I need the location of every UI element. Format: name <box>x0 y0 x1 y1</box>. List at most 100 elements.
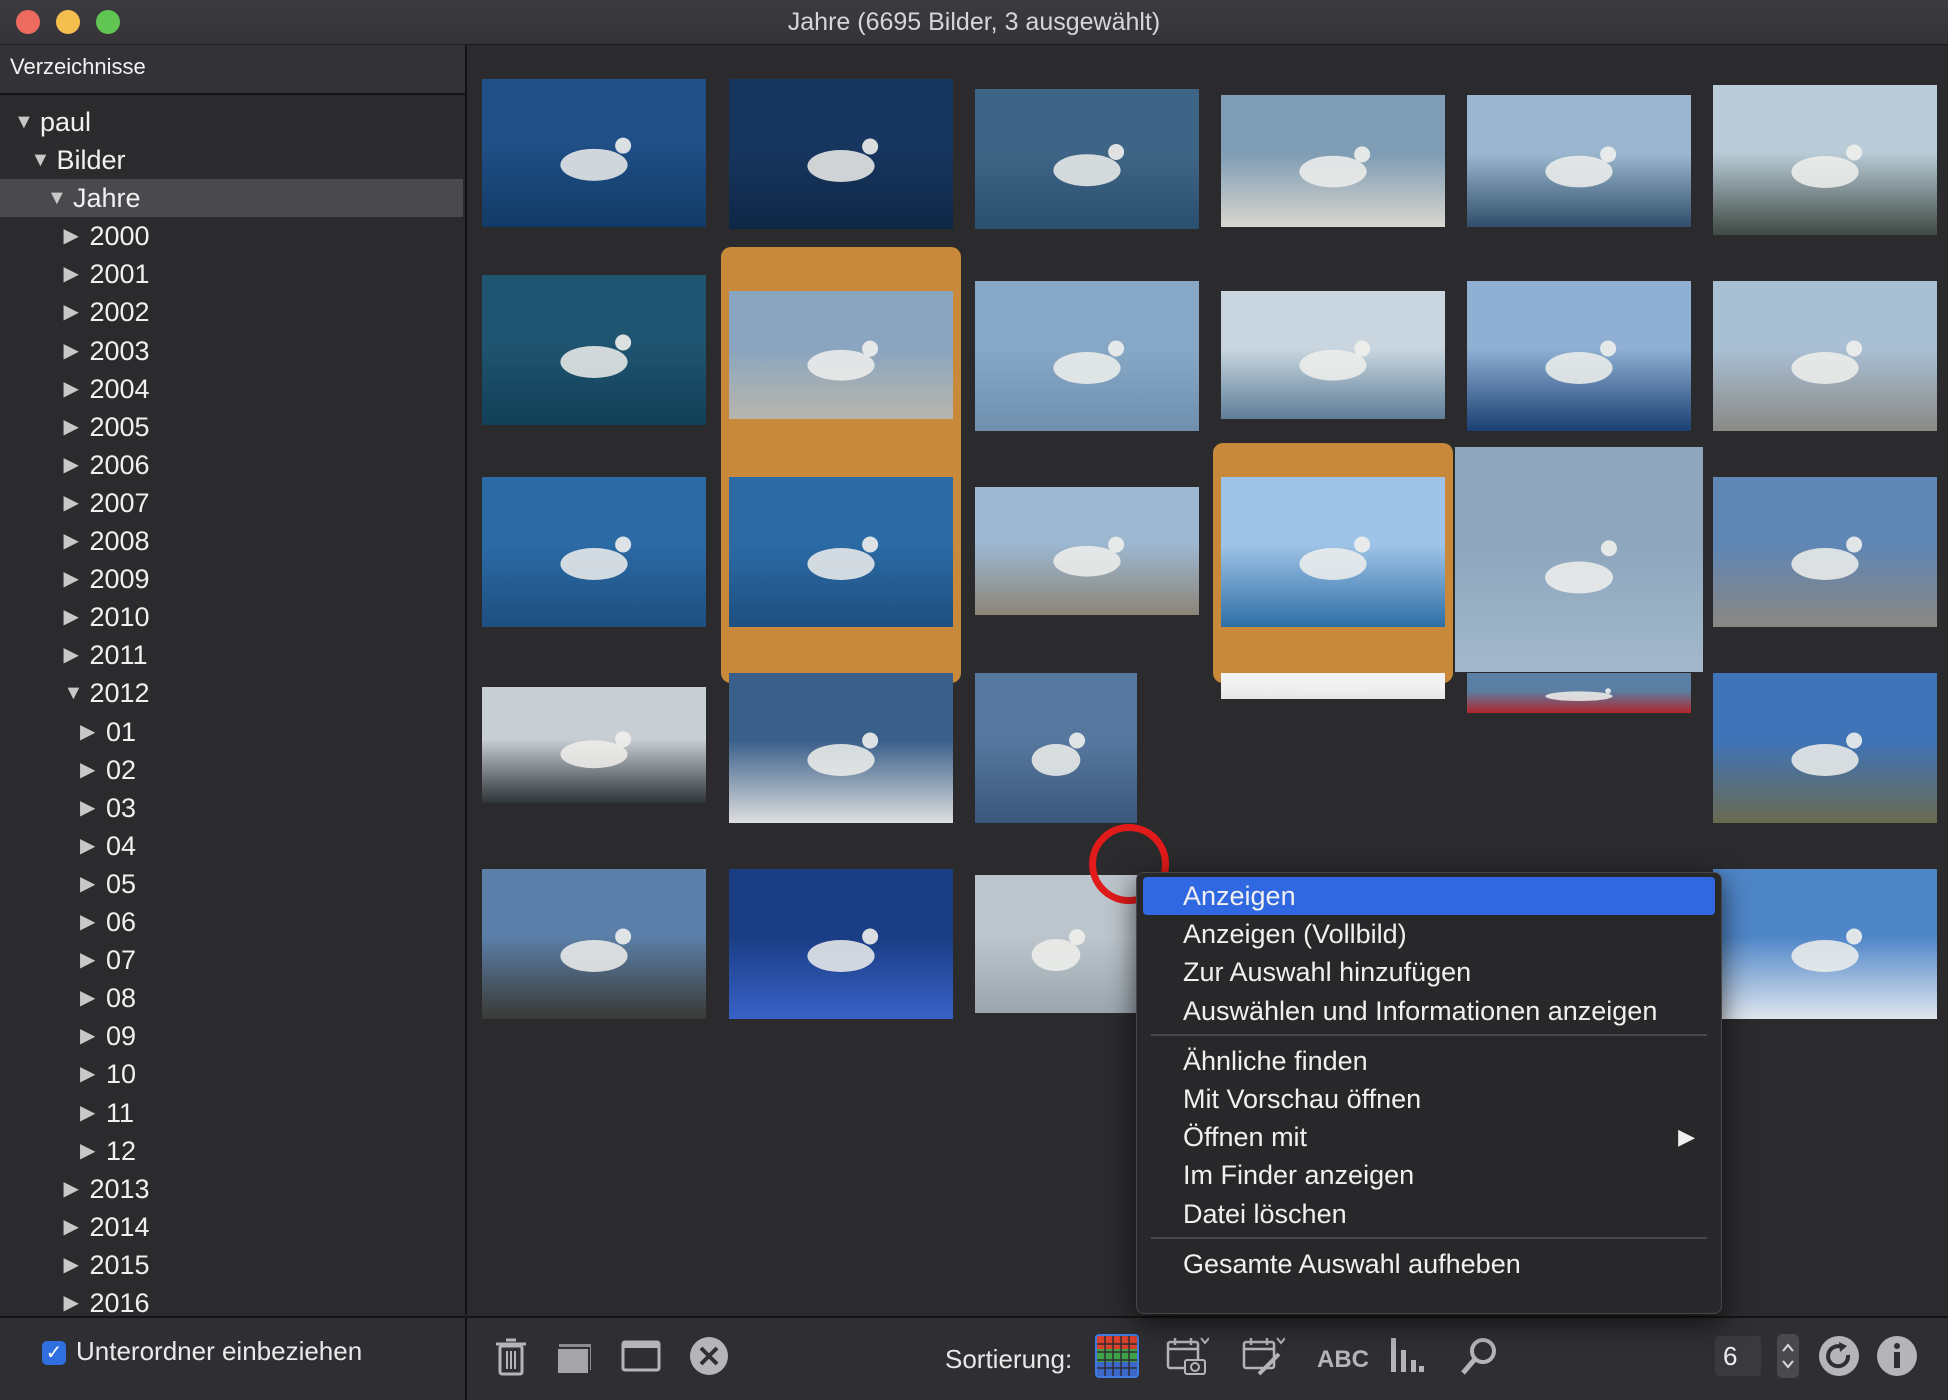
tree-item-2004[interactable]: ▶ 2004 <box>0 370 463 408</box>
close-circle-icon[interactable] <box>687 1334 731 1378</box>
photo-thumbnail[interactable] <box>1221 291 1445 419</box>
columns-count-field[interactable]: 6 <box>1715 1336 1761 1376</box>
single-view-icon[interactable] <box>619 1334 663 1378</box>
photo-thumbnail[interactable] <box>1713 477 1937 627</box>
tree-item-10[interactable]: ▶ 10 <box>0 1055 463 1093</box>
tree-item-2005[interactable]: ▶ 2005 <box>0 408 463 446</box>
disclosure-expanded-icon[interactable]: ▼ <box>31 141 51 179</box>
photo-thumbnail[interactable] <box>1221 95 1445 227</box>
menu-item[interactable]: Auswählen und Informationen anzeigen <box>1143 992 1715 1030</box>
tree-item-05[interactable]: ▶ 05 <box>0 865 463 903</box>
disclosure-collapsed-icon[interactable]: ▶ <box>64 332 84 370</box>
disclosure-collapsed-icon[interactable]: ▶ <box>64 293 84 331</box>
tree-item-2000[interactable]: ▶ 2000 <box>0 217 463 255</box>
disclosure-expanded-icon[interactable]: ▼ <box>64 674 84 712</box>
photo-thumbnail[interactable] <box>975 487 1199 615</box>
tree-item-2007[interactable]: ▶ 2007 <box>0 484 463 522</box>
calendar-edit-icon[interactable] <box>1241 1334 1285 1378</box>
abc-sort-icon[interactable]: ABC <box>1317 1346 1369 1374</box>
photo-thumbnail[interactable] <box>1221 477 1445 627</box>
menu-item[interactable]: Öffnen mit ▶ <box>1143 1118 1715 1156</box>
photo-thumbnail[interactable] <box>1713 85 1937 235</box>
photo-thumbnail[interactable] <box>482 275 706 425</box>
context-menu[interactable]: Anzeigen Anzeigen (Vollbild) Zur Auswahl h… <box>1136 872 1722 1314</box>
disclosure-collapsed-icon[interactable]: ▶ <box>80 1055 100 1093</box>
menu-item[interactable]: Datei löschen <box>1143 1195 1715 1233</box>
disclosure-collapsed-icon[interactable]: ▶ <box>80 903 100 941</box>
columns-stepper[interactable] <box>1777 1334 1799 1378</box>
tree-item-07[interactable]: ▶ 07 <box>0 941 463 979</box>
photo-thumbnail[interactable] <box>1467 281 1691 431</box>
tree-item-08[interactable]: ▶ 08 <box>0 979 463 1017</box>
tree-item-2012[interactable]: ▼ 2012 <box>0 674 463 712</box>
menu-item[interactable]: Gesamte Auswahl aufheben <box>1143 1245 1715 1283</box>
tree-item-02[interactable]: ▶ 02 <box>0 751 463 789</box>
disclosure-expanded-icon[interactable]: ▼ <box>47 179 67 217</box>
photo-thumbnail[interactable] <box>975 89 1199 229</box>
tree-item-2003[interactable]: ▶ 2003 <box>0 332 463 370</box>
photo-thumbnail[interactable] <box>1713 869 1937 1019</box>
disclosure-collapsed-icon[interactable]: ▶ <box>64 255 84 293</box>
tree-item-09[interactable]: ▶ 09 <box>0 1017 463 1055</box>
photo-thumbnail[interactable] <box>975 281 1199 431</box>
tree-item-2008[interactable]: ▶ 2008 <box>0 522 463 560</box>
tree-item-jahre[interactable]: ▼ Jahre <box>0 179 463 218</box>
include-subfolders-label[interactable]: Unterordner einbeziehen <box>76 1336 362 1367</box>
menu-item[interactable]: Anzeigen <box>1143 877 1715 915</box>
menu-item[interactable]: Ähnliche finden <box>1143 1042 1715 1080</box>
info-icon[interactable] <box>1875 1334 1919 1378</box>
photo-thumbnail[interactable] <box>1467 673 1691 713</box>
include-subfolders-checkbox[interactable]: ✓ <box>42 1341 66 1365</box>
photo-thumbnail[interactable] <box>1713 281 1937 431</box>
tree-item-2002[interactable]: ▶ 2002 <box>0 293 463 331</box>
tree-item-06[interactable]: ▶ 06 <box>0 903 463 941</box>
disclosure-collapsed-icon[interactable]: ▶ <box>64 446 84 484</box>
disclosure-collapsed-icon[interactable]: ▶ <box>80 941 100 979</box>
tree-item-2011[interactable]: ▶ 2011 <box>0 636 463 674</box>
tree-item-2013[interactable]: ▶ 2013 <box>0 1170 463 1208</box>
disclosure-collapsed-icon[interactable]: ▶ <box>80 751 100 789</box>
photo-thumbnail[interactable] <box>482 687 706 803</box>
tree-item-2009[interactable]: ▶ 2009 <box>0 560 463 598</box>
photo-thumbnail[interactable] <box>729 673 953 823</box>
disclosure-collapsed-icon[interactable]: ▶ <box>80 1094 100 1132</box>
disclosure-collapsed-icon[interactable]: ▶ <box>64 522 84 560</box>
photo-thumbnail[interactable] <box>1455 447 1703 672</box>
refresh-icon[interactable] <box>1817 1334 1861 1378</box>
search-icon[interactable] <box>1457 1334 1501 1378</box>
disclosure-collapsed-icon[interactable]: ▶ <box>64 1246 84 1284</box>
tree-item-2015[interactable]: ▶ 2015 <box>0 1246 463 1284</box>
photo-thumbnail[interactable] <box>482 869 706 1019</box>
disclosure-collapsed-icon[interactable]: ▶ <box>64 370 84 408</box>
disclosure-collapsed-icon[interactable]: ▶ <box>80 979 100 1017</box>
disclosure-collapsed-icon[interactable]: ▶ <box>80 1017 100 1055</box>
disclosure-collapsed-icon[interactable]: ▶ <box>64 636 84 674</box>
disclosure-collapsed-icon[interactable]: ▶ <box>64 1208 84 1246</box>
disclosure-collapsed-icon[interactable]: ▶ <box>80 1132 100 1170</box>
disclosure-collapsed-icon[interactable]: ▶ <box>64 598 84 636</box>
disclosure-collapsed-icon[interactable]: ▶ <box>80 827 100 865</box>
photo-thumbnail[interactable] <box>729 291 953 419</box>
title-bar[interactable]: Jahre (6695 Bilder, 3 ausgewählt) <box>0 0 1948 45</box>
menu-item[interactable]: Im Finder anzeigen <box>1143 1156 1715 1194</box>
tree-item-2006[interactable]: ▶ 2006 <box>0 446 463 484</box>
disclosure-collapsed-icon[interactable]: ▶ <box>64 560 84 598</box>
menu-item[interactable]: Zur Auswahl hinzufügen <box>1143 953 1715 991</box>
photo-stack-icon[interactable] <box>553 1334 597 1378</box>
photo-thumbnail[interactable] <box>729 869 953 1019</box>
tree-item-2001[interactable]: ▶ 2001 <box>0 255 463 293</box>
tree-item-2010[interactable]: ▶ 2010 <box>0 598 463 636</box>
photo-thumbnail[interactable] <box>482 79 706 227</box>
menu-item[interactable]: Anzeigen (Vollbild) <box>1143 915 1715 953</box>
menu-item[interactable]: Mit Vorschau öffnen <box>1143 1080 1715 1118</box>
tree-item-01[interactable]: ▶ 01 <box>0 713 463 751</box>
photo-thumbnail[interactable] <box>482 477 706 627</box>
tree-item-2014[interactable]: ▶ 2014 <box>0 1208 463 1246</box>
tree-item-04[interactable]: ▶ 04 <box>0 827 463 865</box>
color-grid-icon[interactable] <box>1095 1334 1139 1378</box>
photo-thumbnail[interactable] <box>1221 673 1445 699</box>
tree-item-paul[interactable]: ▼ paul <box>0 103 463 141</box>
photo-thumbnail[interactable] <box>975 673 1137 823</box>
tree-item-03[interactable]: ▶ 03 <box>0 789 463 827</box>
disclosure-collapsed-icon[interactable]: ▶ <box>64 1170 84 1208</box>
